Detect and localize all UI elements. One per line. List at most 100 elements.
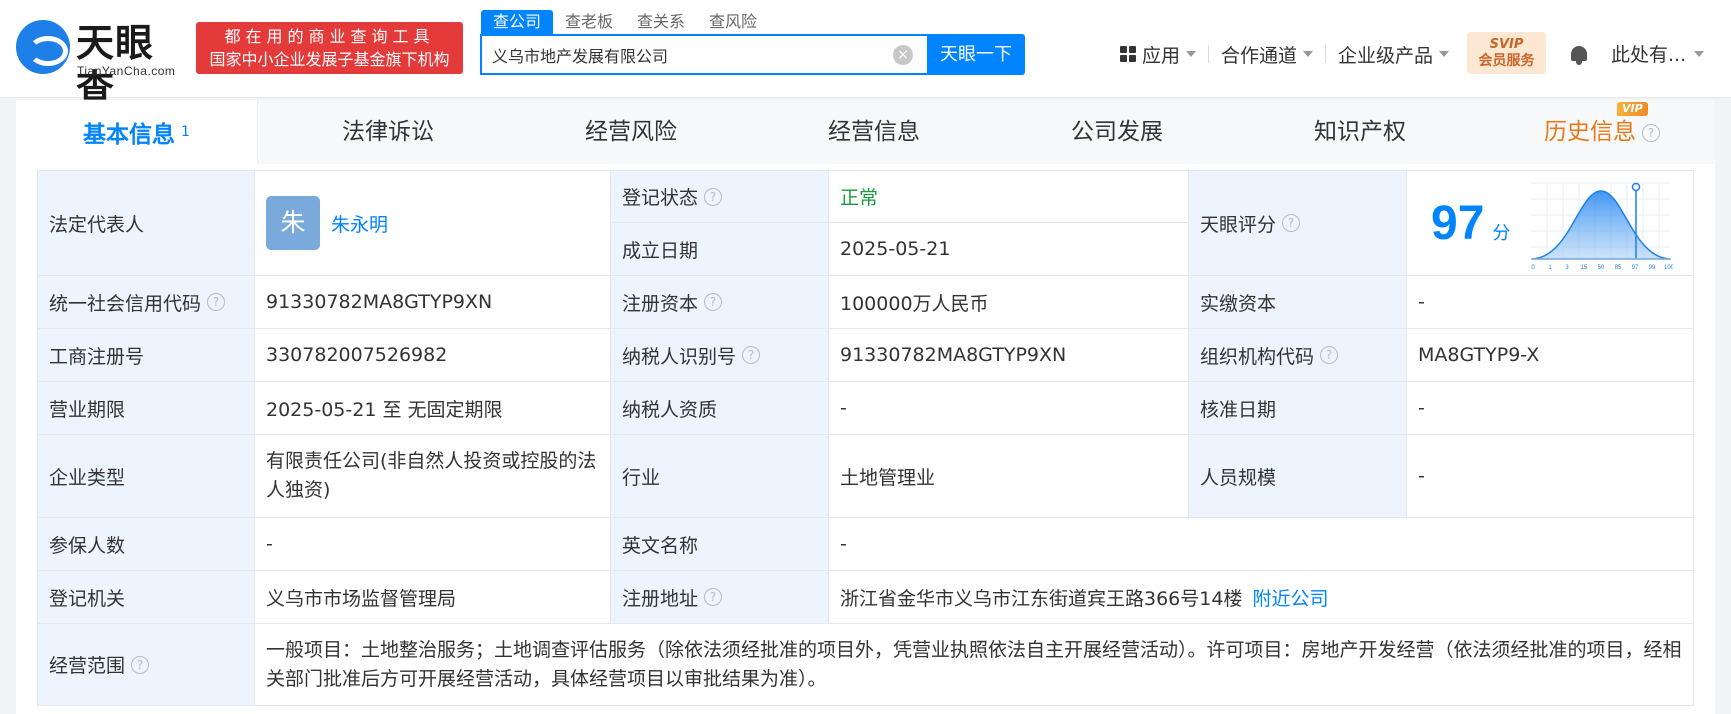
- search-tab-risk[interactable]: 查风险: [697, 10, 769, 34]
- biz-reg-no-value: 330782007526982: [255, 329, 611, 382]
- score-distribution-chart: 0 1 3 15 50 85 97 99 100: [1530, 182, 1673, 271]
- clear-icon[interactable]: ×: [893, 45, 913, 65]
- credit-code-value: 91330782MA8GTYP9XN: [255, 276, 611, 329]
- search-button[interactable]: 天眼一下: [927, 34, 1025, 75]
- chart-tick: 85: [1615, 265, 1622, 271]
- site-logo[interactable]: 天眼查 TianYanCha.com: [16, 20, 186, 111]
- help-icon[interactable]: ?: [131, 655, 150, 674]
- search-tab-relation[interactable]: 查关系: [625, 10, 697, 34]
- tab-history-label: 历史信息: [1544, 119, 1636, 145]
- label-paid-capital: 实缴资本: [1189, 276, 1407, 329]
- search-tab-company[interactable]: 查公司: [481, 10, 554, 34]
- label-legal-rep: 法定代表人: [37, 170, 255, 276]
- label-insured: 参保人数: [37, 518, 255, 571]
- label-scope: 经营范围?: [37, 624, 255, 706]
- logo-mark-icon: [16, 20, 70, 74]
- label-industry: 行业: [611, 435, 829, 518]
- slogan-line2: 国家中小企业发展子基金旗下机构: [209, 50, 450, 69]
- label-approve-date: 核准日期: [1189, 382, 1407, 435]
- nav-partner[interactable]: 合作通道: [1209, 38, 1325, 70]
- user-name: 此处有...: [1611, 44, 1687, 66]
- legal-rep-cell: 朱 朱永明: [255, 170, 611, 276]
- basic-info-table: 法定代表人 朱 朱永明 登记状态? 正常 成立日期 2025-05-21 天眼评…: [37, 170, 1694, 706]
- search-tab-boss[interactable]: 查老板: [553, 10, 625, 34]
- label-org-code: 组织机构代码?: [1189, 329, 1407, 382]
- top-header: 天眼查 TianYanCha.com 都在用的商业查询工具 国家中小企业发展子基…: [0, 0, 1731, 111]
- chart-tick: 50: [1598, 265, 1605, 271]
- help-icon[interactable]: ?: [1320, 346, 1339, 364]
- top-nav: 应用 合作通道 企业级产品: [1108, 38, 1461, 70]
- tab-basic-info[interactable]: 基本信息 1: [16, 100, 258, 164]
- score-unit: 分: [1492, 223, 1511, 244]
- slogan-line1: 都在用的商业查询工具: [224, 27, 435, 46]
- paid-capital-value: -: [1407, 276, 1694, 329]
- tab-ip[interactable]: 知识产权: [1250, 100, 1470, 164]
- help-icon[interactable]: ?: [704, 293, 723, 311]
- search-type-tabs: 查公司 查老板 查关系 查风险: [481, 10, 769, 34]
- label-ent-type: 企业类型: [37, 435, 255, 518]
- tab-operating-risk[interactable]: 经营风险: [521, 100, 741, 164]
- chevron-down-icon: [1439, 51, 1450, 57]
- vip-tag: VIP: [1617, 102, 1648, 116]
- user-menu[interactable]: 此处有...: [1611, 40, 1705, 67]
- status-badge: 正常: [840, 187, 879, 209]
- avatar[interactable]: 朱: [266, 196, 320, 250]
- nearby-companies-link[interactable]: 附近公司: [1252, 584, 1328, 611]
- nav-apps-label: 应用: [1142, 44, 1181, 67]
- help-icon[interactable]: ?: [742, 346, 761, 364]
- reg-address-cell: 浙江省金华市义乌市江东街道宾王路366号14楼 附近公司: [829, 571, 1694, 624]
- approve-date-value: -: [1407, 382, 1694, 435]
- logo-domain: TianYanCha.com: [77, 64, 176, 78]
- apps-grid-icon: [1120, 46, 1136, 62]
- reg-capital-value: 100000万人民币: [829, 276, 1189, 329]
- label-credit-code: 统一社会信用代码?: [37, 276, 255, 329]
- found-date-value: 2025-05-21: [829, 223, 1189, 276]
- tab-basic-info-label: 基本信息: [83, 122, 176, 148]
- legal-rep-link[interactable]: 朱永明: [331, 210, 388, 237]
- svip-title: SVIP: [1489, 37, 1524, 52]
- label-reg-capital: 注册资本?: [611, 276, 829, 329]
- tab-operating-info[interactable]: 经营信息: [764, 100, 984, 164]
- en-name-value: -: [829, 518, 1694, 571]
- svip-button[interactable]: SVIP 会员服务: [1467, 32, 1546, 74]
- help-icon[interactable]: ?: [704, 588, 723, 606]
- nav-apps[interactable]: 应用: [1108, 38, 1208, 70]
- label-taxpayer-id: 纳税人识别号?: [611, 329, 829, 382]
- reg-address-value: 浙江省金华市义乌市江东街道宾王路366号14楼: [840, 587, 1243, 610]
- reg-authority-value: 义乌市市场监督管理局: [255, 571, 611, 624]
- chart-tick: 0: [1531, 265, 1535, 271]
- tab-development[interactable]: 公司发展: [1007, 100, 1227, 164]
- tab-legal[interactable]: 法律诉讼: [278, 100, 498, 164]
- insured-value: -: [255, 518, 611, 571]
- label-found-date: 成立日期: [611, 223, 829, 276]
- scope-value: 一般项目：土地整治服务；土地调查评估服务（除依法须经批准的项目外，凭营业执照依法…: [255, 624, 1694, 706]
- label-staff-size: 人员规模: [1189, 435, 1407, 518]
- score-cell[interactable]: 97 分 0 1 3 15 50 85 97 99 100: [1407, 170, 1694, 276]
- help-icon[interactable]: ?: [1282, 214, 1301, 232]
- chevron-down-icon: [1694, 50, 1705, 57]
- section-tabs: 基本信息 1 法律诉讼 经营风险 经营信息 公司发展 知识产权 历史信息? VIP: [16, 100, 1715, 164]
- chart-tick: 100: [1664, 265, 1673, 271]
- help-icon[interactable]: ?: [704, 187, 723, 206]
- nav-enterprise[interactable]: 企业级产品: [1326, 38, 1461, 70]
- org-code-value: MA8GTYP9-X: [1407, 329, 1694, 382]
- ent-type-value: 有限责任公司(非自然人投资或控股的法人独资): [255, 435, 611, 518]
- tab-history[interactable]: 历史信息?: [1492, 100, 1712, 164]
- company-info-card: 基本信息 1 法律诉讼 经营风险 经营信息 公司发展 知识产权 历史信息? VIP…: [16, 100, 1715, 714]
- chevron-down-icon: [1303, 51, 1314, 57]
- search-input[interactable]: [492, 36, 872, 73]
- help-icon[interactable]: ?: [1642, 124, 1660, 142]
- search-box: ×: [480, 34, 927, 75]
- label-biz-term: 营业期限: [37, 382, 255, 435]
- help-icon[interactable]: ?: [207, 293, 226, 311]
- chart-tick: 15: [1581, 265, 1588, 271]
- biz-term-value: 2025-05-21 至 无固定期限: [255, 382, 611, 435]
- label-reg-status: 登记状态?: [611, 170, 829, 223]
- svip-subtitle: 会员服务: [1478, 53, 1535, 69]
- reg-status-value: 正常: [829, 170, 1189, 223]
- taxpayer-id-value: 91330782MA8GTYP9XN: [829, 329, 1189, 382]
- chart-tick: 3: [1565, 265, 1569, 271]
- staff-size-value: -: [1407, 435, 1694, 518]
- bell-icon[interactable]: [1569, 44, 1589, 66]
- chart-tick: 1: [1548, 265, 1552, 271]
